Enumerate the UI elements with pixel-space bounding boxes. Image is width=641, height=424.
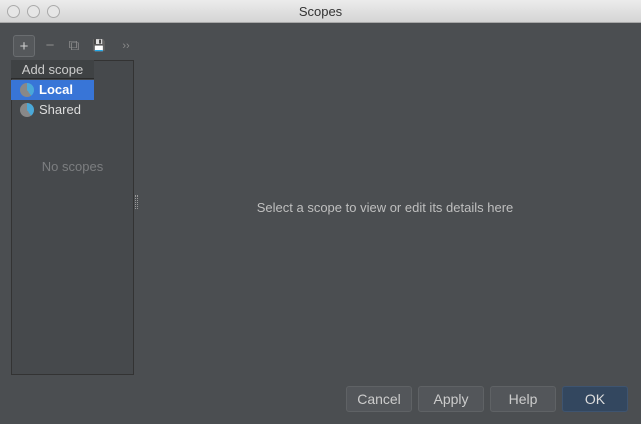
menu-item-local[interactable]: Local bbox=[11, 80, 94, 100]
zoom-window-button[interactable] bbox=[47, 5, 60, 18]
more-actions-button[interactable]: ›› bbox=[115, 35, 137, 57]
empty-list-text: No scopes bbox=[41, 159, 104, 174]
copy-scope-button[interactable]: ⧉ bbox=[63, 35, 85, 57]
remove-scope-button[interactable]: − bbox=[39, 35, 61, 57]
splitter-handle[interactable] bbox=[135, 195, 138, 209]
cancel-button[interactable]: Cancel bbox=[346, 386, 412, 412]
menu-item-label: Shared bbox=[39, 102, 81, 117]
dialog-body: + − ⧉ 💾 ›› No scopes Add scope Local Sha… bbox=[0, 23, 641, 424]
minimize-window-button[interactable] bbox=[27, 5, 40, 18]
title-bar: Scopes bbox=[0, 0, 641, 23]
close-window-button[interactable] bbox=[7, 5, 20, 18]
local-scope-icon bbox=[20, 83, 34, 97]
window-title: Scopes bbox=[298, 4, 343, 19]
apply-button[interactable]: Apply bbox=[418, 386, 484, 412]
shared-scope-icon bbox=[20, 103, 34, 117]
details-placeholder: Select a scope to view or edit its detai… bbox=[256, 200, 514, 215]
help-button[interactable]: Help bbox=[490, 386, 556, 412]
menu-item-label: Local bbox=[39, 82, 73, 97]
add-scope-tooltip: Add scope bbox=[11, 60, 94, 79]
ok-button[interactable]: OK bbox=[562, 386, 628, 412]
save-scope-button[interactable]: 💾 bbox=[88, 35, 110, 57]
menu-item-shared[interactable]: Shared bbox=[11, 100, 94, 120]
add-scope-button[interactable]: + bbox=[13, 35, 35, 57]
